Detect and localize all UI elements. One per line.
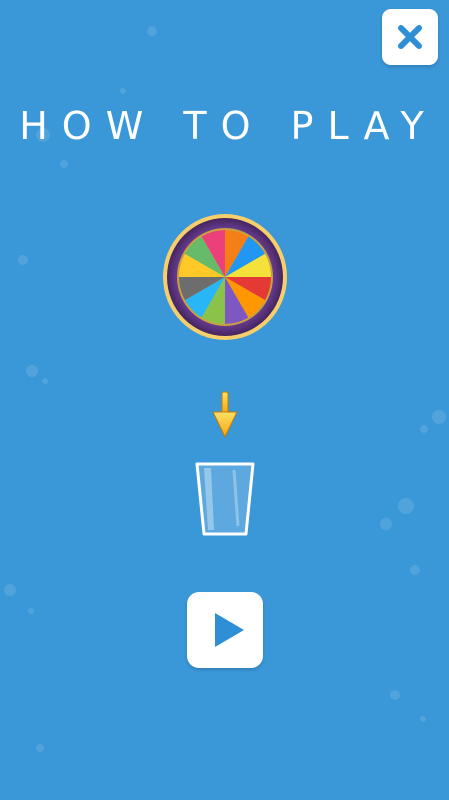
background-bubble (60, 160, 68, 168)
close-icon (398, 25, 422, 49)
background-bubble (432, 410, 446, 424)
page-title: HOW TO PLAY (19, 104, 438, 148)
close-button[interactable] (382, 9, 438, 65)
background-bubble (36, 744, 44, 752)
background-bubble (18, 255, 28, 265)
background-bubble (410, 565, 420, 575)
color-wheel (163, 214, 287, 340)
play-icon (215, 613, 244, 647)
background-bubble (420, 716, 426, 722)
cup-icon (195, 462, 255, 536)
background-bubble (380, 518, 392, 530)
background-bubble (4, 584, 16, 596)
background-bubble (28, 608, 34, 614)
play-button[interactable] (187, 592, 263, 668)
background-bubble (420, 425, 428, 433)
background-bubble (42, 378, 48, 384)
background-bubble (26, 365, 38, 377)
background-bubble (398, 498, 414, 514)
background-bubble (390, 690, 400, 700)
down-arrow-icon (212, 391, 238, 439)
background-bubble (120, 88, 126, 94)
background-bubble (147, 26, 157, 36)
